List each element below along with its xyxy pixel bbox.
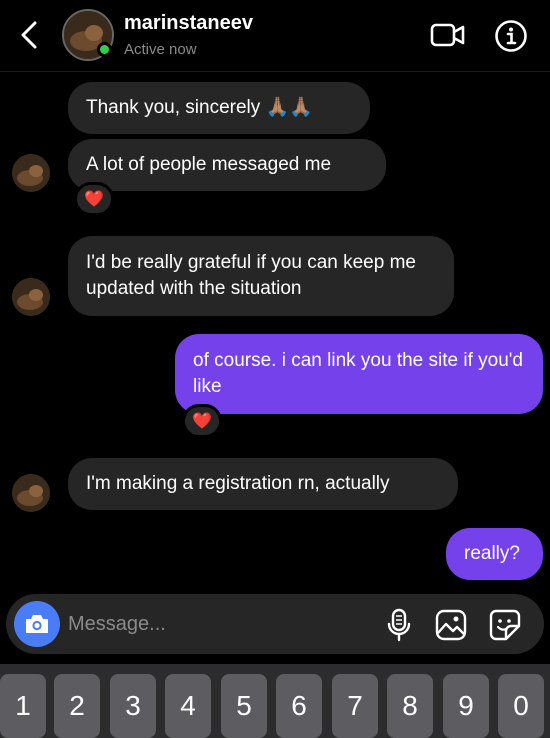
outgoing-message[interactable]: really? bbox=[446, 528, 543, 580]
key-2[interactable]: 2 bbox=[54, 674, 100, 738]
incoming-message[interactable]: A lot of people messaged me bbox=[68, 139, 386, 191]
voice-message-button[interactable] bbox=[380, 606, 418, 644]
incoming-message[interactable]: I'm making a registration rn, actually bbox=[68, 458, 458, 510]
message-reaction[interactable]: ❤️ bbox=[74, 182, 114, 216]
sender-avatar[interactable] bbox=[12, 474, 50, 512]
key-8[interactable]: 8 bbox=[387, 674, 433, 738]
message-composer bbox=[6, 594, 544, 654]
heart-icon: ❤️ bbox=[84, 191, 104, 208]
contact-status: Active now bbox=[124, 41, 197, 58]
outgoing-message[interactable]: of course. i can link you the site if yo… bbox=[175, 334, 543, 414]
incoming-message[interactable]: I'd be really grateful if you can keep m… bbox=[68, 236, 454, 316]
online-indicator bbox=[97, 42, 112, 57]
message-text: A lot of people messaged me bbox=[86, 154, 332, 175]
key-6[interactable]: 6 bbox=[276, 674, 322, 738]
camera-icon bbox=[26, 615, 48, 633]
video-call-button[interactable] bbox=[428, 18, 468, 52]
info-icon bbox=[495, 20, 527, 52]
gallery-button[interactable] bbox=[432, 606, 470, 644]
key-0[interactable]: 0 bbox=[498, 674, 544, 738]
key-3[interactable]: 3 bbox=[110, 674, 156, 738]
key-9[interactable]: 9 bbox=[443, 674, 489, 738]
incoming-message[interactable]: Thank you, sincerely 🙏🏽🙏🏽 bbox=[68, 82, 370, 134]
key-1[interactable]: 1 bbox=[0, 674, 46, 738]
image-gallery-icon bbox=[435, 609, 467, 641]
back-button[interactable] bbox=[14, 18, 44, 52]
key-5[interactable]: 5 bbox=[221, 674, 267, 738]
sticker-icon bbox=[489, 609, 521, 641]
message-text: I'd be really grateful if you can keep m… bbox=[86, 252, 416, 299]
message-text: Thank you, sincerely 🙏🏽🙏🏽 bbox=[86, 97, 313, 118]
key-7[interactable]: 7 bbox=[332, 674, 378, 738]
microphone-icon bbox=[387, 608, 411, 642]
chat-header: marinstaneev Active now bbox=[0, 0, 550, 72]
message-text: of course. i can link you the site if yo… bbox=[193, 350, 523, 397]
sender-avatar[interactable] bbox=[12, 278, 50, 316]
message-input[interactable] bbox=[68, 606, 368, 642]
key-4[interactable]: 4 bbox=[165, 674, 211, 738]
numeric-keyboard: 1 2 3 4 5 6 7 8 9 0 bbox=[0, 664, 550, 738]
message-text: I'm making a registration rn, actually bbox=[86, 473, 390, 494]
video-camera-icon bbox=[430, 23, 465, 47]
message-reaction[interactable]: ❤️ bbox=[182, 404, 222, 438]
sender-avatar[interactable] bbox=[12, 154, 50, 192]
info-button[interactable] bbox=[492, 18, 530, 54]
camera-button[interactable] bbox=[14, 601, 60, 647]
chevron-left-icon bbox=[21, 21, 37, 49]
sticker-button[interactable] bbox=[486, 606, 524, 644]
heart-icon: ❤️ bbox=[192, 413, 212, 430]
message-text: really? bbox=[464, 543, 520, 564]
contact-username[interactable]: marinstaneev bbox=[124, 12, 253, 35]
